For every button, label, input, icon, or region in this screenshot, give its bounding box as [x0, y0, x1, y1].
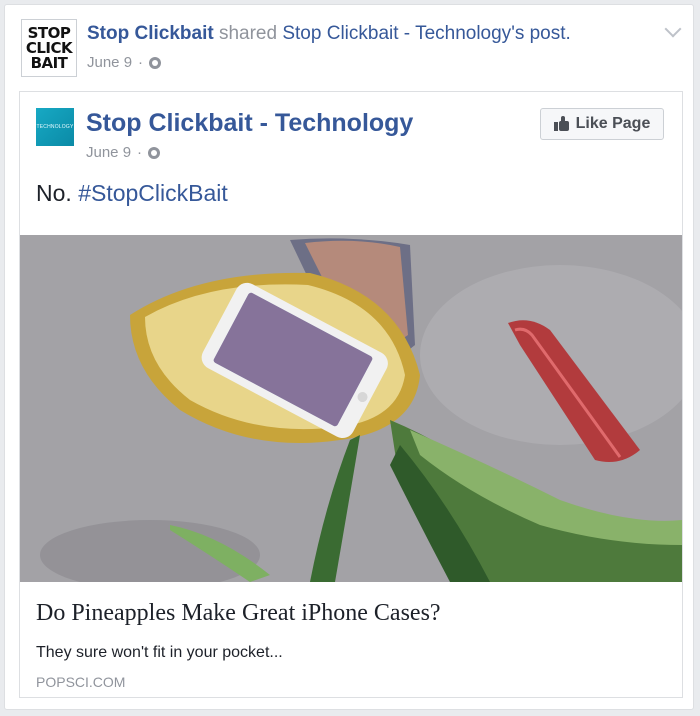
- link-preview-image[interactable]: [20, 235, 682, 582]
- possessive-suffix: 's: [511, 23, 525, 44]
- avatar-line: BAIT: [30, 53, 68, 72]
- chevron-down-icon[interactable]: [664, 20, 682, 38]
- shared-verb: shared: [218, 23, 278, 44]
- inner-date[interactable]: June 9: [86, 144, 131, 161]
- status-text: No.: [36, 180, 72, 206]
- pineapple-phone-photo: [20, 235, 682, 582]
- technology-page-avatar[interactable]: TECHNOLOGY: [36, 108, 74, 146]
- avatar-text: TECHNOLOGY: [36, 124, 74, 130]
- inner-page-name[interactable]: Stop Clickbait - Technology: [86, 109, 413, 138]
- stop-clickbait-avatar[interactable]: STOP CLICK BAIT: [21, 19, 77, 77]
- like-page-button[interactable]: Like Page: [540, 108, 664, 140]
- shared-post: TECHNOLOGY Stop Clickbait - Technology J…: [19, 91, 683, 698]
- preview-description: They sure won't fit in your pocket...: [36, 644, 283, 661]
- headline-period: .: [565, 23, 571, 44]
- share-date[interactable]: June 9: [87, 54, 132, 71]
- globe-icon[interactable]: [149, 56, 162, 69]
- meta-separator: ·: [137, 144, 143, 161]
- like-page-label: Like Page: [575, 115, 651, 132]
- thumbs-up-icon: [553, 116, 570, 132]
- preview-title[interactable]: Do Pineapples Make Great iPhone Cases?: [36, 600, 441, 627]
- share-headline: Stop Clickbait shared Stop Clickbait - T…: [87, 23, 571, 45]
- share-meta: June 9 ·: [87, 54, 162, 71]
- inner-meta: June 9 ·: [86, 144, 161, 161]
- feed-story: STOP CLICK BAIT Stop Clickbait shared St…: [4, 4, 694, 710]
- hashtag-link[interactable]: #StopClickBait: [78, 180, 228, 206]
- post-text: No. #StopClickBait: [36, 180, 228, 207]
- post-link[interactable]: post: [530, 23, 566, 44]
- preview-domain: POPSCI.COM: [36, 674, 126, 690]
- globe-icon[interactable]: [148, 146, 161, 159]
- meta-separator: ·: [138, 54, 144, 71]
- actor-link[interactable]: Stop Clickbait: [87, 23, 214, 44]
- shared-page-link[interactable]: Stop Clickbait - Technology: [282, 23, 511, 44]
- link-preview-caption[interactable]: Do Pineapples Make Great iPhone Cases? T…: [20, 582, 682, 697]
